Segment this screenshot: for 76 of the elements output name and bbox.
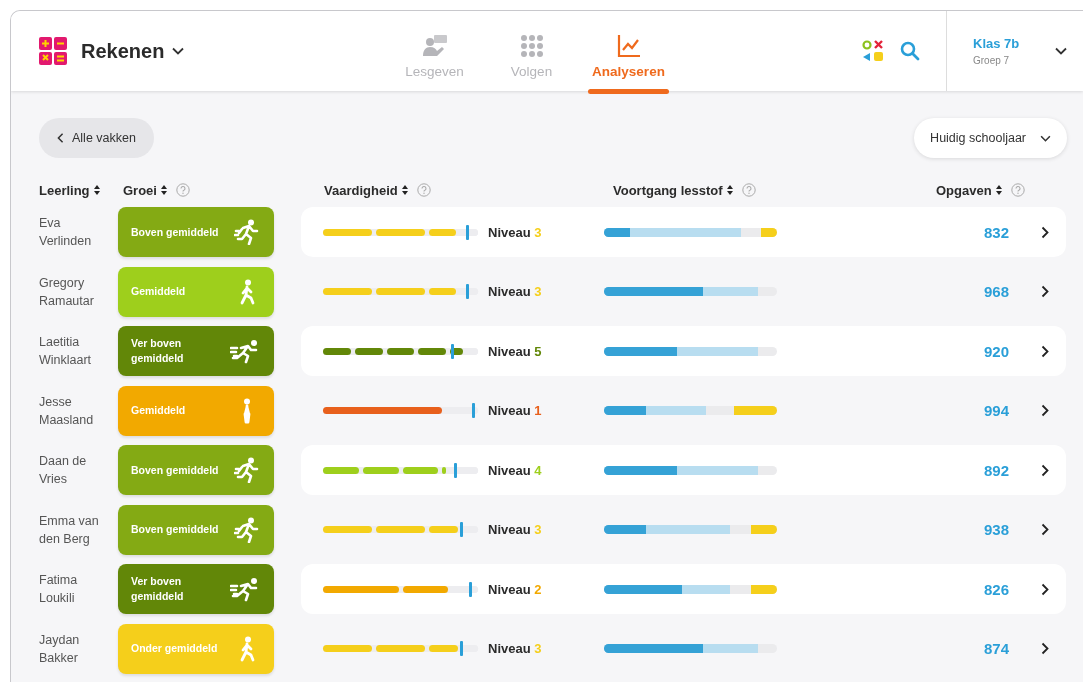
sprinter-icon [230, 338, 260, 364]
chevron-down-icon[interactable] [1055, 47, 1067, 55]
exercise-count[interactable]: 938 [777, 521, 1009, 538]
exercise-count[interactable]: 968 [777, 283, 1009, 300]
sprinter-icon [230, 576, 260, 602]
level-label: Niveau 4 [488, 462, 543, 478]
chevron-right-icon[interactable] [1041, 523, 1049, 536]
growth-badge[interactable]: Boven gemiddeld [118, 445, 274, 495]
growth-badge[interactable]: Boven gemiddeld [118, 504, 274, 555]
student-name: Jesse Maasland [39, 393, 95, 429]
row-card[interactable]: Niveau 5 920 [301, 326, 1066, 376]
column-header[interactable]: Leerling [39, 182, 90, 198]
sort-icon[interactable] [726, 185, 733, 195]
student-name: Daan de Vries [39, 453, 88, 488]
chevron-down-icon [172, 47, 185, 55]
dots-grid-icon [519, 34, 544, 58]
column-header[interactable]: Groei [123, 182, 157, 198]
growth-badge[interactable]: Ver boven gemiddeld [118, 564, 274, 614]
column-header[interactable]: Voortgang lesstof [613, 182, 723, 198]
student-name: Fatima Loukili [39, 572, 79, 607]
chevron-right-icon[interactable] [1041, 463, 1049, 477]
row-card[interactable]: Niveau 4 892 [301, 445, 1066, 495]
exercise-count[interactable]: 826 [777, 580, 1009, 598]
nav-tab[interactable]: Analyseren [580, 11, 677, 91]
back-button[interactable]: Alle vakken [39, 118, 154, 158]
student-name: Gregory Ramautar [39, 274, 95, 310]
search-icon[interactable] [900, 41, 920, 61]
growth-badge[interactable]: Ver boven gemiddeld [118, 326, 274, 376]
student-name: Eva Verlinden [39, 215, 93, 250]
level-label: Niveau 3 [488, 522, 543, 537]
line-chart-icon [616, 34, 641, 58]
exercise-count[interactable]: 920 [777, 342, 1009, 360]
chevron-left-icon [57, 133, 64, 143]
level-label: Niveau 3 [488, 641, 543, 656]
chevron-right-icon[interactable] [1041, 225, 1049, 239]
growth-badge[interactable]: Boven gemiddeld [118, 207, 274, 257]
level-label: Niveau 3 [488, 224, 543, 240]
chevron-down-icon [1040, 134, 1051, 142]
sort-icon[interactable] [401, 185, 408, 195]
exercise-count[interactable]: 892 [777, 461, 1009, 479]
sort-icon[interactable] [93, 185, 100, 195]
row-card[interactable]: Niveau 2 826 [301, 564, 1066, 614]
student-name: Emma van den Berg [39, 512, 100, 548]
student-name: Laetitia Winklaart [39, 334, 93, 369]
runner-icon [234, 516, 260, 543]
teacher-icon [421, 34, 448, 58]
chevron-right-icon[interactable] [1041, 582, 1049, 596]
exercise-count[interactable]: 994 [777, 402, 1009, 419]
runner-icon [234, 219, 260, 245]
student-name: Jaydan Bakker [39, 631, 81, 667]
growth-badge[interactable]: Gemiddeld [118, 266, 274, 317]
chevron-right-icon[interactable] [1041, 404, 1049, 417]
shapes-icon[interactable] [862, 40, 884, 62]
chevron-right-icon[interactable] [1041, 344, 1049, 358]
sort-icon[interactable] [995, 185, 1002, 195]
exercise-count[interactable]: 874 [777, 640, 1009, 657]
column-header[interactable]: Vaardigheid [324, 182, 398, 198]
chevron-right-icon[interactable] [1041, 285, 1049, 298]
level-label: Niveau 1 [488, 403, 543, 418]
exercise-count[interactable]: 832 [777, 223, 1009, 241]
level-label: Niveau 5 [488, 343, 543, 359]
runner-icon [234, 457, 260, 483]
nav-tab[interactable]: Volgen [483, 11, 580, 91]
class-name[interactable]: Klas 7b [973, 36, 1051, 51]
math-grid-icon [39, 37, 67, 65]
sort-icon[interactable] [160, 185, 167, 195]
level-label: Niveau 3 [488, 284, 543, 299]
row-card[interactable]: Niveau 3 832 [301, 207, 1066, 257]
growth-badge[interactable]: Gemiddeld [118, 385, 274, 436]
column-header[interactable]: Opgaven [936, 182, 992, 198]
nav-tab[interactable]: Lesgeven [386, 11, 483, 91]
subject-dropdown[interactable]: Rekenen [81, 39, 185, 63]
chevron-right-icon[interactable] [1041, 642, 1049, 655]
period-dropdown[interactable]: Huidig schooljaar [914, 118, 1067, 158]
level-label: Niveau 2 [488, 581, 543, 597]
group-name: Groep 7 [973, 55, 1011, 66]
